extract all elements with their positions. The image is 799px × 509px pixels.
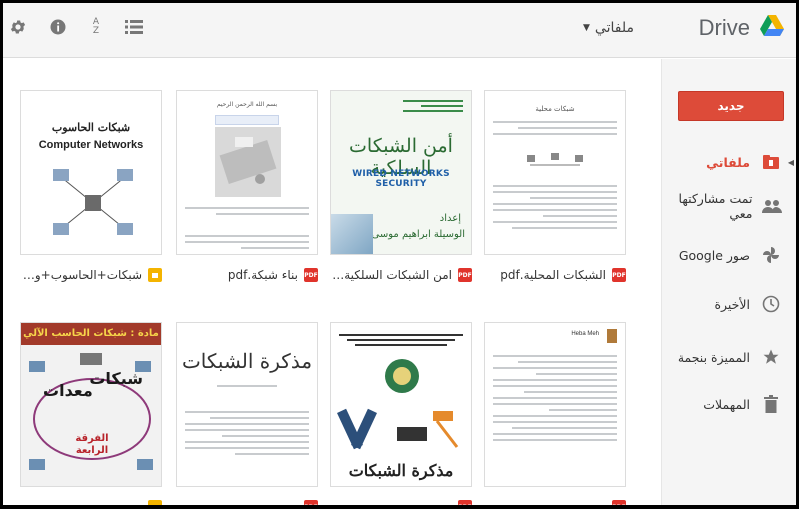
chevron-down-icon: ▼ (583, 23, 590, 33)
new-button[interactable]: جديد (678, 91, 784, 121)
sort-az-icon[interactable]: AZ (85, 16, 107, 38)
file-thumbnail[interactable]: مادة : شبكات الحاسب الآلي معدات شبكات ال… (20, 322, 162, 487)
thumb-word: شبكات (89, 369, 143, 388)
thumb-subtitle: Computer Networks (38, 139, 144, 151)
file-name[interactable] (20, 498, 162, 505)
my-files-dropdown-label: ملفاتي (594, 20, 634, 36)
pinwheel-icon (758, 246, 784, 264)
thumb-text-lines (185, 407, 309, 459)
file-name[interactable]: PDF (484, 498, 626, 505)
thumb-text-lines (493, 117, 617, 139)
thumb-text-lines (493, 351, 617, 445)
sidebar-item-google-photos[interactable]: صور Google (661, 240, 796, 270)
top-bar: AZ ملفاتي ▼ Drive (3, 3, 796, 58)
thumb-header-lines (403, 97, 463, 115)
file-name[interactable]: PDF (330, 498, 472, 505)
pdf-icon: PDF (458, 500, 472, 505)
drive-logo-icon[interactable] (760, 15, 784, 37)
pdf-icon: PDF (304, 268, 318, 282)
file-name[interactable]: PDF الشبكات المحلية.pdf (484, 266, 626, 284)
thumb-title: مذكرة الشبكات (181, 349, 313, 373)
trash-icon (758, 395, 784, 413)
my-files-dropdown[interactable]: ملفاتي ▼ (583, 20, 634, 36)
pdf-icon: PDF (612, 500, 626, 505)
pdf-icon: PDF (458, 268, 472, 282)
file-thumbnail[interactable]: شبكات محلية (484, 90, 626, 255)
sidebar-item-label: ملفاتي (706, 154, 750, 170)
thumb-title: شبكات الحاسوب (51, 121, 131, 134)
thumb-title: مذكرة الشبكات (348, 461, 454, 480)
file-thumbnail[interactable]: مذكرة الشبكات (176, 322, 318, 487)
thumb-photo (215, 127, 281, 197)
thumb-author: الوسيلة ابراهيم موسى (371, 229, 465, 240)
sidebar-item-shared[interactable]: تمت مشاركتها معي (661, 191, 796, 221)
sidebar: جديد ◀ ملفاتي تمت مشاركتها معي صور Googl… (661, 59, 796, 505)
file-grid: شبكات محلية PDF الشبكات المحلية.pdf أمن … (3, 59, 661, 505)
thumb-logo (607, 329, 617, 343)
file-name[interactable]: PDF بناء شبكة.pdf (176, 266, 318, 284)
info-icon[interactable] (47, 16, 69, 38)
file-name-text: شبكات+الحاسوب+وفوائدها4+... (20, 268, 142, 282)
sidebar-item-label: صور Google (678, 247, 750, 263)
thumb-box (215, 115, 279, 125)
settings-icon[interactable] (7, 16, 29, 38)
thumb-text-lines (185, 231, 309, 253)
sidebar-item-my-files[interactable]: ◀ ملفاتي (661, 147, 796, 177)
thumb-text-lines (339, 331, 463, 349)
shared-people-icon (760, 199, 784, 213)
file-thumbnail[interactable]: مذكرة الشبكات (330, 322, 472, 487)
thumb-text-lines (185, 203, 309, 219)
thumb-heading: Heba Meh (571, 331, 599, 337)
thumb-heading: شبكات محلية (535, 105, 575, 113)
file-name[interactable]: شبكات+الحاسوب+وفوائدها4+... (20, 266, 162, 284)
slides-icon (148, 500, 162, 505)
thumb-author-label: إعداد (439, 213, 461, 224)
file-thumbnail[interactable]: Heba Meh (484, 322, 626, 487)
star-icon (758, 348, 784, 366)
file-thumbnail[interactable]: بسم الله الرحمن الرحيم (176, 90, 318, 255)
network-diagram-icon (527, 153, 583, 166)
network-diagram-icon (53, 169, 133, 235)
thumb-banner: مادة : شبكات الحاسب الآلي (21, 323, 161, 345)
sidebar-item-trash[interactable]: المهملات (661, 389, 796, 419)
file-name-text: الشبكات المحلية.pdf (500, 268, 606, 282)
slides-icon (148, 268, 162, 282)
file-name[interactable]: PDF (176, 498, 318, 505)
thumb-subtitle: WIRED NETWORKS SECURITY (352, 169, 450, 189)
thumb-word: معدات (43, 381, 93, 400)
pdf-icon: PDF (304, 500, 318, 505)
thumb-heading: بسم الله الرحمن الرحيم (216, 101, 278, 108)
tools-photo (337, 408, 459, 450)
file-name-text: امن الشبكات السلكية.pdf (330, 268, 452, 282)
sidebar-item-recent[interactable]: الأخيرة (661, 289, 796, 319)
file-name-text: بناء شبكة.pdf (227, 268, 298, 282)
file-thumbnail[interactable]: شبكات الحاسوب Computer Networks (20, 90, 162, 255)
file-name[interactable]: PDF امن الشبكات السلكية.pdf (330, 266, 472, 284)
thumb-decoration (331, 214, 373, 254)
list-view-icon[interactable] (123, 16, 145, 38)
sidebar-item-label: الأخيرة (714, 296, 750, 312)
app-window: AZ ملفاتي ▼ Drive شبكات محلية PDF الشبكا… (0, 0, 799, 509)
sidebar-item-label: المهملات (703, 396, 750, 412)
sidebar-item-label: تمت مشاركتها معي (678, 191, 753, 221)
sidebar-item-label: المميزة بنجمة (677, 349, 750, 365)
emblem-icon (385, 359, 419, 393)
app-title: Drive (698, 15, 750, 40)
thumb-text-lines (493, 181, 617, 233)
file-thumbnail[interactable]: أمن الشبكات السلكية WIRED NETWORKS SECUR… (330, 90, 472, 255)
thumb-text-lines (217, 381, 277, 391)
thumb-word: الفرقة الرابعة (75, 433, 109, 456)
folder-icon (758, 155, 784, 169)
pdf-icon: PDF (612, 268, 626, 282)
clock-icon (758, 295, 784, 313)
sidebar-item-starred[interactable]: المميزة بنجمة (661, 342, 796, 372)
caret-left-icon[interactable]: ◀ (788, 158, 794, 167)
